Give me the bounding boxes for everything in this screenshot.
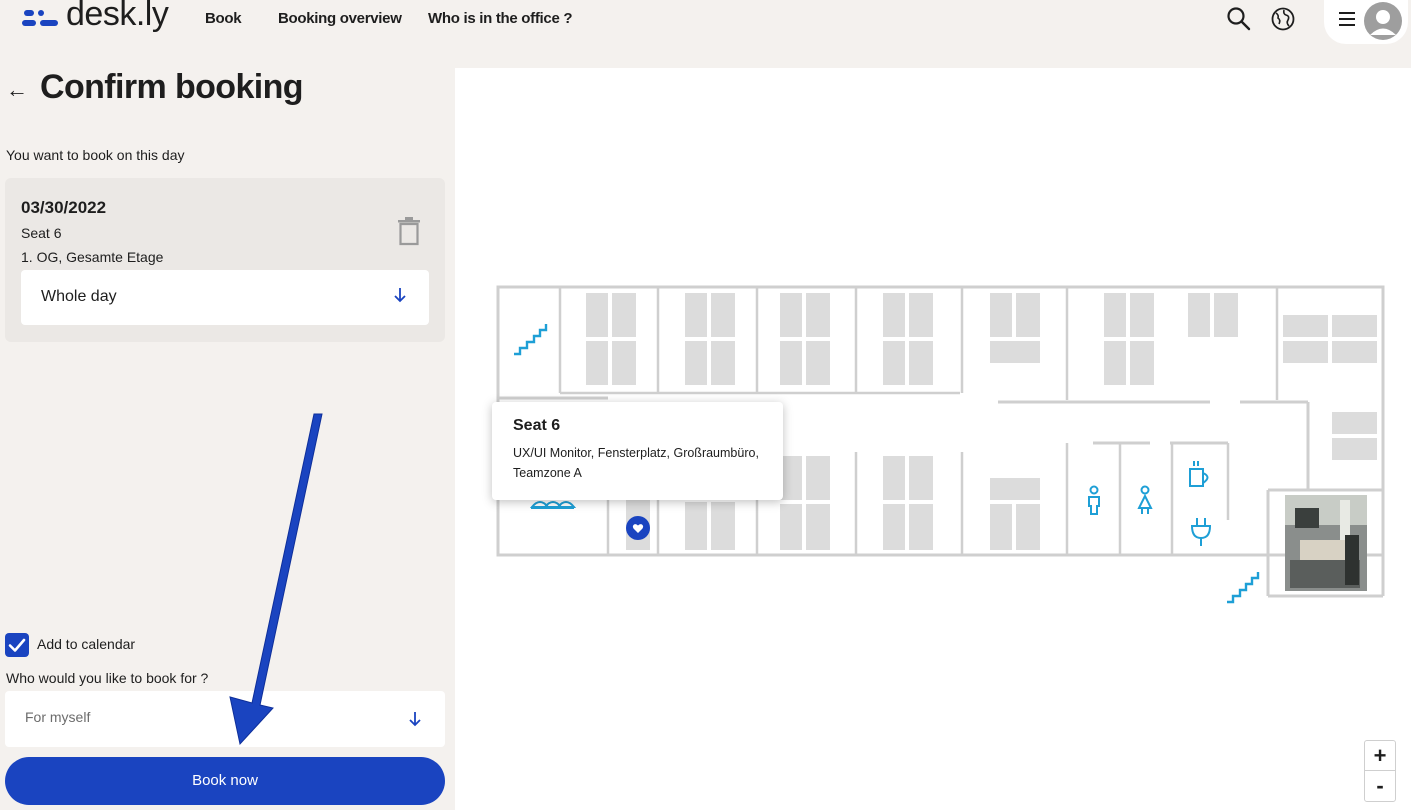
- globe-icon[interactable]: [1270, 6, 1296, 32]
- arrow-down-icon: [409, 712, 421, 727]
- add-to-calendar-label: Add to calendar: [37, 636, 136, 652]
- add-to-calendar-checkbox[interactable]: [5, 633, 29, 657]
- checkmark-icon: [8, 638, 26, 652]
- tooltip-description: UX/UI Monitor, Fensterplatz, Großraumbür…: [513, 446, 759, 480]
- nav-who-is-in-office[interactable]: Who is in the office ?: [428, 10, 573, 27]
- trash-icon[interactable]: [397, 216, 421, 246]
- book-for-value: For myself: [25, 709, 91, 725]
- desk-ly-logo[interactable]: desk.ly: [22, 0, 169, 40]
- booking-location: 1. OG, Gesamte Etage: [21, 249, 164, 265]
- menu-icon[interactable]: [1339, 12, 1355, 28]
- booking-date: 03/30/2022: [21, 198, 107, 217]
- avatar-icon[interactable]: [1364, 2, 1402, 40]
- zoom-in-button[interactable]: +: [1365, 741, 1395, 771]
- nav-booking-overview[interactable]: Booking overview: [278, 10, 402, 27]
- zoom-controls: + -: [1364, 740, 1396, 802]
- tooltip-title: Seat 6: [513, 417, 561, 434]
- book-for-select[interactable]: For myself: [5, 691, 445, 747]
- nav-book[interactable]: Book: [205, 10, 242, 27]
- book-now-button[interactable]: Book now: [5, 757, 445, 805]
- booking-seat: Seat 6: [21, 225, 62, 241]
- seat-tooltip: Seat 6 UX/UI Monitor, Fensterplatz, Groß…: [492, 402, 783, 500]
- book-for-label: Who would you like to book for ?: [6, 670, 209, 686]
- booking-card: 03/30/2022 Seat 6 1. OG, Gesamte Etage W…: [5, 178, 445, 342]
- back-arrow-icon[interactable]: ←: [6, 77, 28, 103]
- duration-value: Whole day: [41, 288, 117, 305]
- top-header: desk.ly Book Booking overview Who is in …: [0, 0, 1411, 44]
- logo-mark-icon: [22, 6, 60, 34]
- booking-intro-text: You want to book on this day: [6, 147, 185, 163]
- duration-select[interactable]: Whole day: [21, 270, 429, 325]
- arrow-down-icon: [394, 288, 406, 303]
- page-title: Confirm booking: [40, 68, 304, 106]
- logo-text: desk.ly: [66, 0, 169, 33]
- zoom-out-button[interactable]: -: [1365, 771, 1395, 801]
- search-icon[interactable]: [1226, 6, 1252, 32]
